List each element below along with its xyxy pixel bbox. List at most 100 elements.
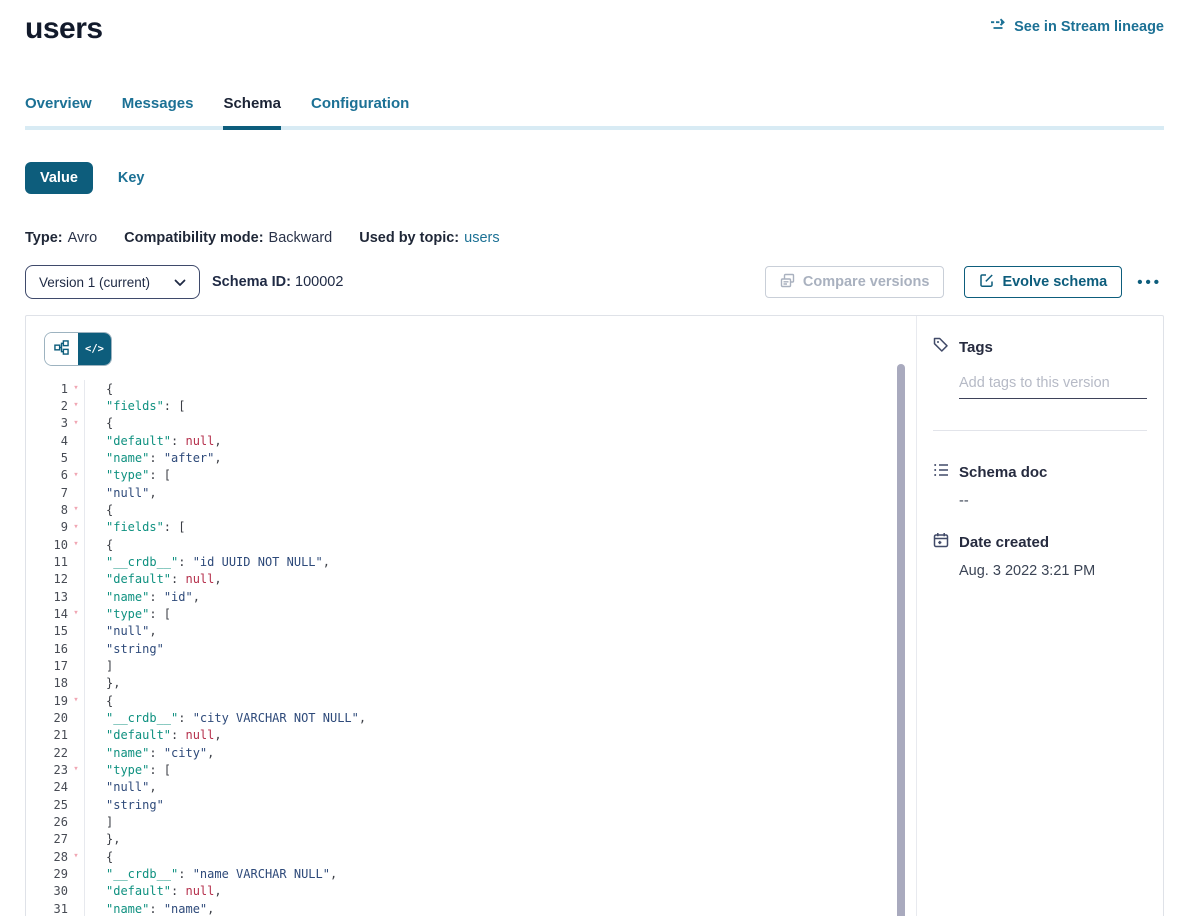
fold-toggle-icon[interactable]: ▾ [68, 696, 84, 705]
line-number: 31 [26, 902, 68, 916]
line-content: "string" [84, 796, 916, 813]
code-line: 21 "default": null, [26, 727, 916, 744]
code-line: 22 "name": "city", [26, 744, 916, 761]
schema-page: users See in Stream lineage Overview Mes… [0, 0, 1189, 916]
vertical-scrollbar[interactable] [897, 364, 905, 916]
fold-toggle-icon[interactable]: ▾ [68, 765, 84, 774]
code-line: 25 "string" [26, 796, 916, 813]
fold-toggle-icon[interactable]: ▾ [68, 609, 84, 618]
line-content: }, [84, 675, 916, 692]
tree-view-button[interactable] [45, 333, 78, 365]
line-number: 24 [26, 780, 68, 794]
meta-type: Type:Avro [25, 230, 97, 246]
schema-meta: Type:Avro Compatibility mode:Backward Us… [25, 230, 1164, 246]
meta-type-label: Type: [25, 230, 63, 246]
code-line: 28▾ { [26, 848, 916, 865]
line-content: "null", [84, 779, 916, 796]
line-content: { [84, 501, 916, 518]
value-toggle-button[interactable]: Value [25, 162, 93, 194]
value-key-toggle: Value Key [25, 162, 1164, 194]
code-line: 31 "name": "name", [26, 900, 916, 916]
fold-toggle-icon[interactable]: ▾ [68, 523, 84, 532]
fold-toggle-icon[interactable]: ▾ [68, 505, 84, 514]
date-created-title: Date created [959, 534, 1049, 551]
schema-id: Schema ID: 100002 [212, 274, 343, 290]
tab-schema[interactable]: Schema [223, 95, 281, 126]
line-content: "default": null, [84, 571, 916, 588]
code-line: 18 }, [26, 675, 916, 692]
schema-controls: Version 1 (current) Schema ID: 100002 Co… [25, 265, 1164, 299]
code-line: 26 ] [26, 813, 916, 830]
line-content: "default": null, [84, 727, 916, 744]
line-number: 22 [26, 746, 68, 760]
code-view-icon: </> [85, 343, 104, 355]
stream-lineage-label: See in Stream lineage [1014, 19, 1164, 35]
fold-toggle-icon[interactable]: ▾ [68, 401, 84, 410]
tab-overview[interactable]: Overview [25, 95, 92, 126]
date-created-header: Date created [933, 532, 1147, 552]
line-content: "default": null, [84, 432, 916, 449]
tree-view-icon [54, 340, 69, 358]
topic-tabs: Overview Messages Schema Configuration [25, 95, 1164, 130]
line-number: 10 [26, 538, 68, 552]
line-content: { [84, 692, 916, 709]
code-view-button[interactable]: </> [78, 333, 111, 365]
page-header: users See in Stream lineage [25, 0, 1164, 46]
line-number: 8 [26, 503, 68, 517]
code-line: 4 "default": null, [26, 432, 916, 449]
fold-toggle-icon[interactable]: ▾ [68, 419, 84, 428]
line-number: 5 [26, 451, 68, 465]
code-line: 10▾ { [26, 536, 916, 553]
evolve-schema-button[interactable]: Evolve schema [964, 266, 1122, 298]
topic-link[interactable]: users [464, 230, 499, 246]
schema-id-value: 100002 [295, 274, 343, 290]
line-number: 9 [26, 520, 68, 534]
fold-toggle-icon[interactable]: ▾ [68, 540, 84, 549]
line-content: { [84, 415, 916, 432]
schema-doc-header: Schema doc [933, 462, 1147, 482]
chevron-down-icon [174, 275, 186, 290]
line-content: ] [84, 813, 916, 830]
line-number: 19 [26, 694, 68, 708]
tab-configuration[interactable]: Configuration [311, 95, 409, 126]
line-content: "name": "name", [84, 900, 916, 916]
line-number: 1 [26, 382, 68, 396]
version-select[interactable]: Version 1 (current) [25, 265, 200, 299]
page-title: users [25, 12, 103, 46]
key-toggle-button[interactable]: Key [118, 170, 145, 186]
line-number: 17 [26, 659, 68, 673]
code-line: 8▾ { [26, 501, 916, 518]
code-line: 27 }, [26, 831, 916, 848]
schema-card: </> 1▾{2▾ "fields": [3▾ {4 "default": nu… [25, 315, 1164, 916]
evolve-schema-label: Evolve schema [1002, 274, 1107, 290]
line-number: 12 [26, 572, 68, 586]
line-content: "name": "city", [84, 744, 916, 761]
line-content: "__crdb__": "city VARCHAR NOT NULL", [84, 709, 916, 726]
fold-toggle-icon[interactable]: ▾ [68, 852, 84, 861]
line-content: "fields": [ [84, 519, 916, 536]
more-actions-button[interactable]: ••• [1135, 270, 1164, 295]
see-in-stream-lineage-link[interactable]: See in Stream lineage [990, 18, 1164, 36]
code-line: 20 "__crdb__": "city VARCHAR NOT NULL", [26, 709, 916, 726]
code-line: 5 "name": "after", [26, 449, 916, 466]
code-line: 9▾ "fields": [ [26, 519, 916, 536]
code-line: 14▾ "type": [ [26, 605, 916, 622]
code-line: 12 "default": null, [26, 571, 916, 588]
code-line: 19▾ { [26, 692, 916, 709]
tags-section: Tags [933, 337, 1147, 431]
fold-toggle-icon[interactable]: ▾ [68, 384, 84, 393]
tab-messages[interactable]: Messages [122, 95, 194, 126]
line-number: 28 [26, 850, 68, 864]
line-content: }, [84, 831, 916, 848]
line-content: "__crdb__": "id UUID NOT NULL", [84, 553, 916, 570]
schema-id-label: Schema ID: [212, 274, 291, 290]
tags-title: Tags [959, 339, 993, 356]
line-content: "name": "after", [84, 449, 916, 466]
fold-toggle-icon[interactable]: ▾ [68, 471, 84, 480]
calendar-plus-icon [933, 532, 949, 552]
compare-versions-label: Compare versions [803, 274, 930, 290]
add-tags-input[interactable] [959, 370, 1147, 399]
code-line: 15 "null", [26, 623, 916, 640]
compare-versions-button[interactable]: Compare versions [765, 266, 945, 298]
line-number: 7 [26, 486, 68, 500]
